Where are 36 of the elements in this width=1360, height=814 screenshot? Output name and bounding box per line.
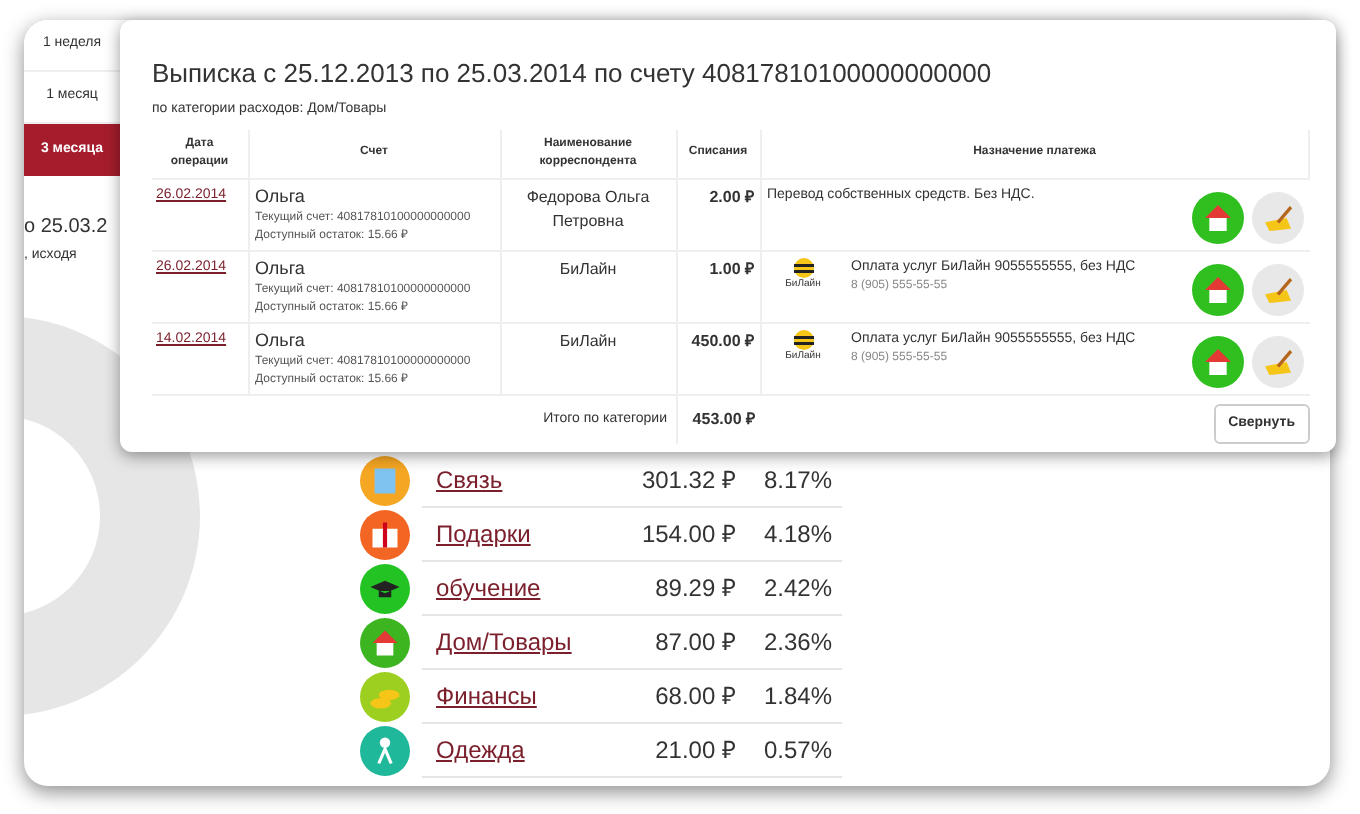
category-link[interactable]: Финансы <box>436 678 626 714</box>
period-text: о 25.03.2 <box>24 214 110 242</box>
debit-amount: 450.00 ₽ <box>691 331 755 349</box>
correspondent-name: Федорова Ольга Петровна <box>526 187 650 230</box>
category-percent: 8.17% <box>761 464 832 498</box>
category-link[interactable]: Связь <box>436 462 626 498</box>
account-name: Ольга <box>255 183 307 209</box>
total-amount: 453.00 ₽ <box>692 409 756 427</box>
category-link[interactable]: Подарки <box>436 516 626 552</box>
category-link[interactable]: обучение <box>436 570 626 606</box>
category-link[interactable]: Одежда <box>436 732 626 768</box>
correspondent-name: БиЛайн <box>559 331 617 349</box>
category-amount: 68.00 ₽ <box>653 680 736 714</box>
statement-title: Выписка с 25.12.2013 по 25.03.2014 по счету 40817810100000000000 <box>152 56 994 92</box>
category-percent: 0.57% <box>761 734 832 768</box>
category-amount: 89.29 ₽ <box>653 572 736 606</box>
account-name: Ольга <box>255 255 307 281</box>
house-icon[interactable] <box>1191 263 1243 315</box>
category-link[interactable]: Дом/Товары <box>436 624 626 660</box>
edit-icon[interactable] <box>1251 191 1303 243</box>
category-percent: 2.42% <box>761 572 832 606</box>
category-amount: 154.00 ₽ <box>639 518 736 552</box>
debit-amount: 2.00 ₽ <box>709 187 755 205</box>
category-amount: 21.00 ₽ <box>653 734 736 768</box>
category-percent: 1.84% <box>761 680 832 714</box>
house-icon[interactable] <box>1191 191 1243 243</box>
account-name: Ольга <box>255 327 307 353</box>
category-amount: 87.00 ₽ <box>653 626 736 660</box>
debit-amount: 1.00 ₽ <box>709 259 755 277</box>
category-percent: 2.36% <box>761 626 832 660</box>
category-amount: 301.32 ₽ <box>639 464 736 498</box>
edit-icon[interactable] <box>1251 263 1303 315</box>
edit-icon[interactable] <box>1251 335 1303 387</box>
category-percent: 4.18% <box>761 518 832 552</box>
house-icon[interactable] <box>1191 335 1243 387</box>
correspondent-name: БиЛайн <box>559 259 617 277</box>
